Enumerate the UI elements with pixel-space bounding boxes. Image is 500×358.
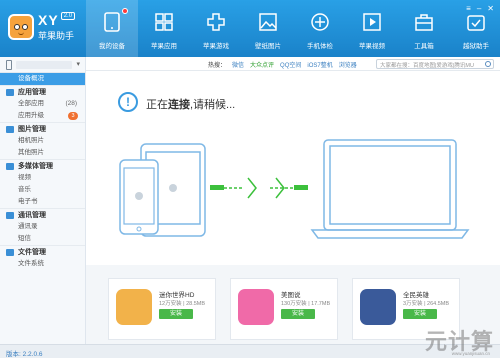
app-title: 迷你世界HD (159, 292, 195, 299)
jailbreak-icon (467, 15, 485, 31)
sidebar-group-photos[interactable]: 图片管理 (0, 122, 85, 135)
image-icon (259, 13, 277, 31)
folder-icon (6, 249, 14, 256)
nav-wallpaper[interactable]: 壁纸图片 (242, 0, 294, 57)
sidebar-item-other-photos[interactable]: 其他照片 (0, 147, 85, 159)
version-text: 版本: 2.2.0.6 (6, 351, 43, 358)
hot-link[interactable]: 大众点评 (250, 60, 274, 69)
usb-cable-illustration (210, 177, 308, 199)
tablet-icon (104, 12, 120, 32)
nav-games[interactable]: 苹果游戏 (190, 0, 242, 57)
install-button[interactable]: 安装 (281, 309, 315, 319)
app-icon (360, 289, 396, 325)
nav-label: 壁纸图片 (255, 43, 281, 50)
watermark-url: www.yuanjisuan.cn (451, 351, 490, 356)
app-meta: 3万安装 | 264.5MB (403, 301, 450, 307)
header-bar: XY 2.0 苹果助手 我的设备 苹果应用 苹果游戏 壁纸图片 手机体检 苹果视频 (0, 0, 500, 57)
gamepad-icon (207, 13, 225, 31)
nav-checkup[interactable]: 手机体检 (294, 0, 346, 57)
app-title: 全民英雄 (403, 292, 429, 299)
alert-icon: ! (118, 92, 138, 112)
brand: XY 2.0 苹果助手 (38, 12, 76, 42)
search-icon[interactable] (485, 61, 491, 67)
device-selector[interactable]: ▾ (0, 57, 85, 73)
hot-searches: 热搜： 微信 大众点评 QQ空间 iOS7整机 浏览器 (208, 60, 357, 69)
app-logo-icon (8, 14, 34, 40)
nav-label: 手机体检 (307, 43, 333, 50)
close-icon[interactable]: ✕ (487, 4, 494, 13)
hot-link[interactable]: QQ空间 (280, 60, 301, 69)
update-badge: 3 (68, 112, 78, 120)
nav-label: 苹果应用 (151, 43, 177, 50)
app-meta: 12万安装 | 28.5MB (159, 301, 206, 307)
brand-name: XY (38, 12, 59, 28)
hot-label: 热搜： (208, 63, 227, 69)
nav-toolbox[interactable]: 工具箱 (398, 0, 450, 57)
sidebar-group-apps[interactable]: 应用管理 (0, 85, 85, 98)
chevron-down-icon: ▾ (76, 61, 80, 68)
nav-apps[interactable]: 苹果应用 (138, 0, 190, 57)
install-button[interactable]: 安装 (159, 309, 193, 319)
notification-dot (122, 8, 128, 14)
sidebar-item-music[interactable]: 音乐 (0, 184, 85, 196)
video-icon (363, 13, 381, 31)
phone-icon (6, 60, 12, 70)
nav-video[interactable]: 苹果视频 (346, 0, 398, 57)
app-icon (116, 289, 152, 325)
sidebar: ▾ 设备概况 应用管理 全部应用 (28) 应用升级 3 图片管理 相机照片 其他照… (0, 57, 86, 344)
media-icon (6, 163, 14, 170)
hot-link[interactable]: iOS7整机 (307, 60, 332, 69)
main-panel: 热搜： 微信 大众点评 QQ空间 iOS7整机 浏览器 大家都在搜：百度地图|爱… (86, 57, 500, 344)
app-title: 美图说 (281, 292, 301, 299)
brand-subtitle: 苹果助手 (38, 31, 75, 41)
watermark: 元计算 www.yuanjisuan.cn (412, 320, 496, 356)
nav-my-device[interactable]: 我的设备 (86, 0, 138, 57)
grid-apps-icon (155, 13, 173, 31)
sidebar-item-address-book[interactable]: 通讯录 (0, 221, 85, 233)
window-controls: ≡ – ✕ (466, 4, 494, 13)
macbook-illustration (310, 139, 470, 239)
version-badge: 2.0 (60, 12, 76, 20)
app-meta: 130万安装 | 17.7MB (281, 301, 331, 307)
install-button[interactable]: 安装 (403, 309, 437, 319)
hot-link[interactable]: 浏览器 (339, 60, 357, 69)
hot-search-bar: 热搜： 微信 大众点评 QQ空间 iOS7整机 浏览器 大家都在搜：百度地图|爱… (86, 57, 500, 71)
connection-status: ! 正在连接,请稍候... (118, 92, 308, 112)
sidebar-item-camera-photos[interactable]: 相机照片 (0, 135, 85, 147)
hot-link[interactable]: 微信 (232, 60, 244, 69)
sidebar-item-device-overview[interactable]: 设备概况 (0, 73, 85, 85)
connection-message: 正在连接,请稍候... (146, 99, 236, 111)
sidebar-item-file-system[interactable]: 文件系统 (0, 258, 85, 270)
sidebar-group-files[interactable]: 文件管理 (0, 245, 85, 258)
apps-icon (6, 89, 14, 96)
sidebar-item-app-update[interactable]: 应用升级 3 (0, 110, 85, 122)
nav-label: 苹果游戏 (203, 43, 229, 50)
count: (28) (65, 100, 77, 107)
sidebar-item-sms[interactable]: 短信 (0, 233, 85, 245)
menu-icon[interactable]: ≡ (466, 4, 471, 13)
main-nav: 我的设备 苹果应用 苹果游戏 壁纸图片 手机体检 苹果视频 工具箱 越狱助手 (86, 0, 500, 57)
app-icon (238, 289, 274, 325)
nav-label: 工具箱 (414, 43, 434, 50)
photo-icon (6, 126, 14, 133)
nav-label: 越狱助手 (463, 43, 489, 50)
sidebar-item-all-apps[interactable]: 全部应用 (28) (0, 98, 85, 110)
search-placeholder: 大家都在搜：百度地图|爱游戏|腾讯MU (380, 63, 474, 69)
app-card[interactable]: 美图说 130万安装 | 17.7MB 安装 (230, 278, 338, 340)
checkup-icon (311, 13, 329, 31)
sidebar-item-ebook[interactable]: 电子书 (0, 196, 85, 208)
sidebar-group-contacts[interactable]: 通讯管理 (0, 208, 85, 221)
search-input[interactable]: 大家都在搜：百度地图|爱游戏|腾讯MU (376, 59, 494, 69)
sidebar-item-video[interactable]: 视频 (0, 172, 85, 184)
sidebar-group-media[interactable]: 多媒体管理 (0, 159, 85, 172)
toolbox-icon (415, 14, 433, 31)
nav-label: 苹果视频 (359, 43, 385, 50)
contacts-icon (6, 212, 14, 219)
nav-label: 我的设备 (99, 43, 125, 50)
app-card[interactable]: 迷你世界HD 12万安装 | 28.5MB 安装 (108, 278, 216, 340)
minimize-icon[interactable]: – (477, 4, 481, 13)
